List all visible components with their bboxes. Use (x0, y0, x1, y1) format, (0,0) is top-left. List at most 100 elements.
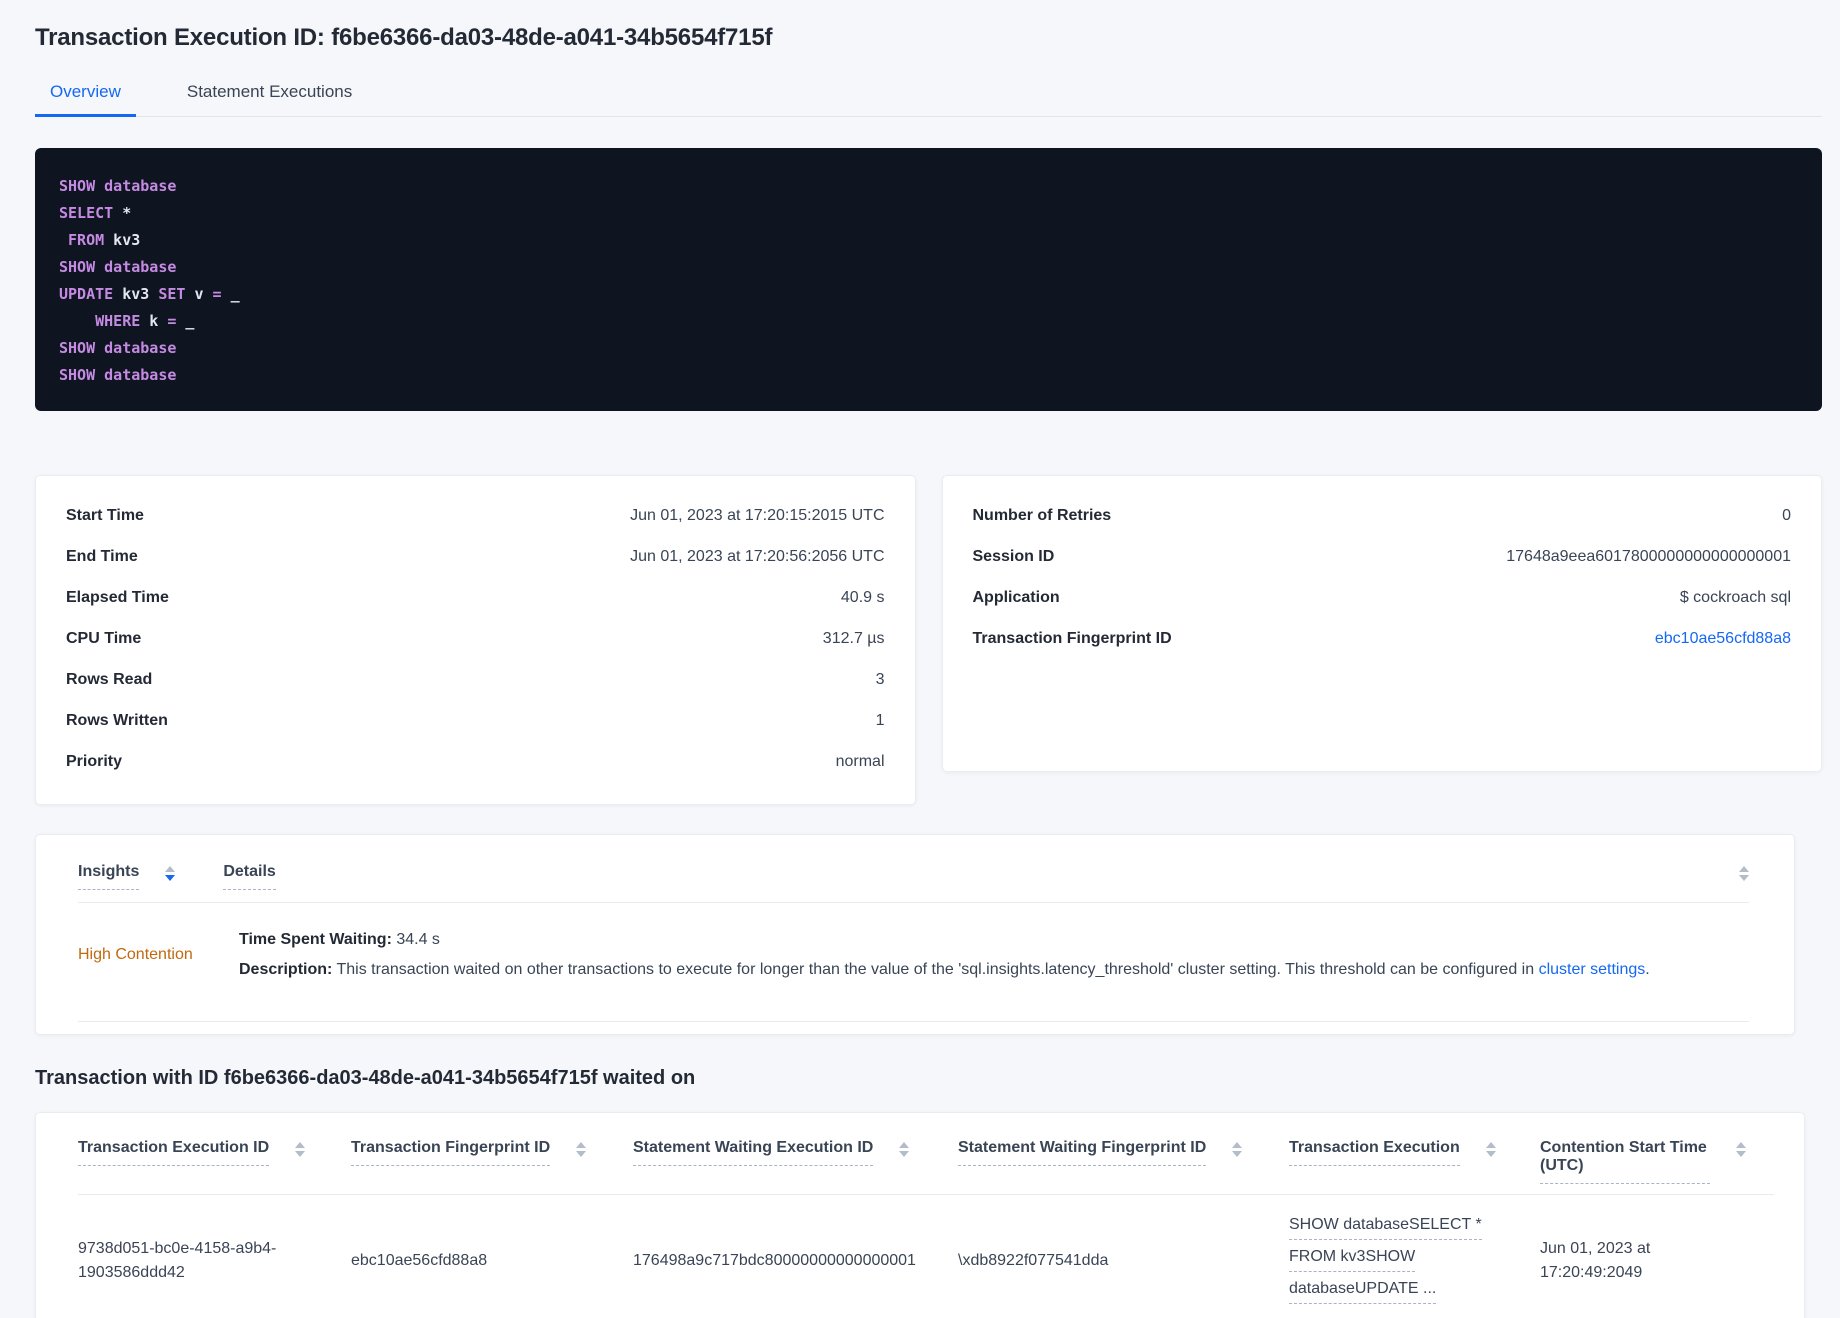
row-rows-read: Rows Read 3 (66, 659, 885, 700)
cell-transaction-fingerprint-id: ebc10ae56cfd88a8 (351, 1194, 633, 1318)
sort-icon (576, 1142, 587, 1157)
tab-statement-executions[interactable]: Statement Executions (172, 74, 367, 117)
kv-value: normal (835, 752, 885, 770)
caret-down-icon (1485, 1151, 1496, 1157)
sql-line: SHOW database (59, 366, 177, 384)
col-statement-waiting-execution-id[interactable]: Statement Waiting Execution ID (633, 1139, 958, 1195)
sql-line: SELECT * (59, 204, 132, 222)
insights-table-header: Insights Details (36, 835, 1794, 890)
sql-line: WHERE k = _ (95, 312, 195, 330)
sql-line: SHOW database (59, 339, 177, 357)
column-label: Statement Waiting Fingerprint ID (958, 1139, 1207, 1166)
kv-label: End Time (66, 547, 138, 565)
kv-value: 17648a9eea6017800000000000000001 (1506, 547, 1791, 565)
page-title: Transaction Execution ID: f6be6366-da03-… (35, 24, 773, 51)
transaction-execution-link-line[interactable]: databaseUPDATE ... (1289, 1277, 1437, 1304)
row-end-time: End Time Jun 01, 2023 at 17:20:56:2056 U… (66, 536, 885, 577)
caret-up-icon (1485, 1142, 1496, 1148)
col-transaction-execution[interactable]: Transaction Execution (1289, 1139, 1540, 1195)
row-priority: Priority normal (66, 741, 885, 782)
col-contention-start-time[interactable]: Contention Start Time (UTC) (1540, 1139, 1774, 1195)
caret-down-icon (295, 1151, 306, 1157)
sort-icon (1739, 866, 1749, 881)
kv-label: Rows Read (66, 670, 153, 688)
sort-icon (1485, 1142, 1496, 1157)
kv-label: Rows Written (66, 711, 168, 729)
caret-up-icon (165, 866, 176, 872)
kv-value: Jun 01, 2023 at 17:20:15:2015 UTC (630, 506, 885, 524)
col-statement-waiting-fingerprint-id[interactable]: Statement Waiting Fingerprint ID (958, 1139, 1289, 1195)
cell-statement-waiting-fingerprint-id: \xdb8922f077541dda (958, 1194, 1289, 1318)
transaction-details-page: Transaction Execution ID: f6be6366-da03-… (0, 0, 1840, 1318)
sort-icon (1232, 1142, 1243, 1157)
kv-label: Number of Retries (972, 506, 1112, 524)
row-start-time: Start Time Jun 01, 2023 at 17:20:15:2015… (66, 495, 885, 536)
kv-value: 3 (875, 670, 885, 688)
description-label: Description: (239, 961, 333, 978)
tab-bar: Overview Statement Executions (35, 74, 1822, 117)
time-spent-waiting: Time Spent Waiting: 34.4 s (239, 927, 1749, 953)
description-text: This transaction waited on other transac… (332, 961, 1539, 978)
caret-up-icon (899, 1142, 910, 1148)
transaction-execution-link-line[interactable]: SHOW databaseSELECT * (1289, 1213, 1482, 1240)
waited-on-heading: Transaction with ID f6be6366-da03-48de-a… (35, 1067, 696, 1089)
sql-line: SHOW database (59, 177, 177, 195)
cell-contention-start-time: Jun 01, 2023 at 17:20:49:2049 (1540, 1194, 1774, 1318)
insight-row: High Contention Time Spent Waiting: 34.4… (36, 903, 1794, 1009)
caret-up-icon (1739, 866, 1749, 872)
transaction-fingerprint-link[interactable]: ebc10ae56cfd88a8 (1655, 630, 1791, 648)
insights-column-header[interactable]: Insights (78, 863, 140, 890)
sql-line: SHOW database (59, 258, 177, 276)
sort-icon (1736, 1142, 1746, 1157)
kv-label: CPU Time (66, 629, 142, 647)
transaction-execution-link-line[interactable]: FROM kv3SHOW (1289, 1245, 1416, 1272)
kv-value: Jun 01, 2023 at 17:20:56:2056 UTC (630, 547, 885, 565)
sort-icon (295, 1142, 306, 1157)
insight-details: Time Spent Waiting: 34.4 s Description: … (239, 927, 1749, 983)
waited-on-table: Transaction Execution ID Transaction Fin… (78, 1139, 1774, 1318)
caret-down-icon (1739, 875, 1749, 881)
tab-overview[interactable]: Overview (35, 74, 136, 117)
column-label: Statement Waiting Execution ID (633, 1139, 874, 1166)
caret-down-icon (899, 1151, 910, 1157)
caret-up-icon (1736, 1142, 1746, 1148)
insight-type-badge: High Contention (78, 946, 193, 963)
kv-value: 0 (1782, 506, 1791, 524)
col-transaction-execution-id[interactable]: Transaction Execution ID (78, 1139, 351, 1195)
kv-label: Transaction Fingerprint ID (972, 629, 1172, 647)
kv-label: Priority (66, 752, 123, 770)
kv-value: 40.9 s (840, 588, 885, 606)
execution-summary-card: Start Time Jun 01, 2023 at 17:20:15:2015… (35, 475, 916, 805)
column-label: Contention Start Time (UTC) (1540, 1139, 1710, 1184)
sql-line: FROM kv3 (68, 231, 141, 249)
caret-down-icon (165, 875, 176, 881)
waited-on-table-card: Transaction Execution ID Transaction Fin… (35, 1112, 1805, 1318)
details-column-header[interactable]: Details (223, 863, 276, 890)
row-session-id: Session ID 17648a9eea6017800000000000000… (973, 536, 1792, 577)
kv-label: Application (972, 588, 1060, 606)
table-row: 9738d051-bc0e-4158-a9b4-1903586ddd42 ebc… (78, 1194, 1774, 1318)
kv-label: Session ID (972, 547, 1055, 565)
row-transaction-fingerprint-id: Transaction Fingerprint ID ebc10ae56cfd8… (973, 618, 1792, 659)
caret-down-icon (1232, 1151, 1243, 1157)
caret-down-icon (1736, 1151, 1746, 1157)
kv-value: 312.7 µs (822, 629, 885, 647)
row-cpu-time: CPU Time 312.7 µs (66, 618, 885, 659)
kv-label: Elapsed Time (66, 588, 169, 606)
row-rows-written: Rows Written 1 (66, 700, 885, 741)
cell-statement-waiting-execution-id: 176498a9c717bdc80000000000000001 (633, 1194, 958, 1318)
column-label: Transaction Fingerprint ID (351, 1139, 551, 1166)
execution-meta-card: Number of Retries 0 Session ID 17648a9ee… (941, 475, 1822, 772)
column-label: Transaction Execution (1289, 1139, 1460, 1166)
insight-description: Description: This transaction waited on … (239, 957, 1749, 983)
col-transaction-fingerprint-id[interactable]: Transaction Fingerprint ID (351, 1139, 633, 1195)
cluster-settings-link[interactable]: cluster settings (1539, 961, 1646, 978)
time-spent-waiting-value: 34.4 s (391, 931, 440, 948)
caret-up-icon (1232, 1142, 1243, 1148)
kv-label: Start Time (66, 506, 144, 524)
description-suffix: . (1645, 961, 1650, 978)
cell-transaction-execution-id: 9738d051-bc0e-4158-a9b4-1903586ddd42 (78, 1194, 351, 1318)
time-spent-waiting-label: Time Spent Waiting: (239, 931, 392, 948)
row-elapsed-time: Elapsed Time 40.9 s (66, 577, 885, 618)
sql-line: UPDATE kv3 SET v = _ (59, 285, 240, 303)
